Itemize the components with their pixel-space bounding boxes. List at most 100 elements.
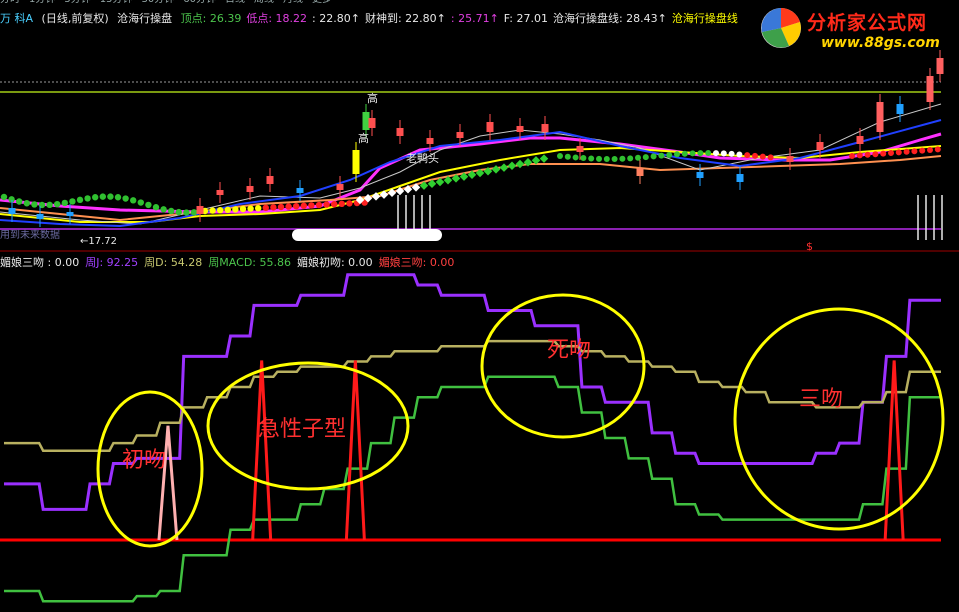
- signal-dot-end-7: [903, 148, 910, 155]
- period-tab-2[interactable]: 5分钟: [64, 0, 90, 5]
- candle-body-24: [856, 136, 864, 144]
- signal-dot-late-17: [689, 150, 696, 157]
- signal-dot-late-19: [705, 150, 712, 157]
- period-tab-1[interactable]: 1分钟: [29, 0, 55, 5]
- signal-dot-end-3: [872, 151, 879, 158]
- period-tab-9[interactable]: 更多: [312, 0, 332, 5]
- signal-dot-warm-16: [323, 201, 330, 208]
- signal-dot-green-4: [31, 201, 38, 208]
- site-logo: 分析家公式网 www.88gs.com: [755, 2, 955, 58]
- duck-head-label: 老鸭头: [406, 152, 439, 165]
- candle-body-6: [266, 176, 274, 184]
- candle-body-19: [636, 168, 644, 176]
- period-tab-3[interactable]: 15分钟: [100, 0, 133, 5]
- ma-white-line: [0, 103, 942, 225]
- legend-item-7: 沧海行操盘线: [671, 12, 738, 25]
- lower-legend-item-0: 媚娘三吻 : 0.00: [0, 256, 80, 269]
- signal-dot-end-8: [911, 148, 918, 155]
- signal-dot-late-7: [611, 155, 618, 162]
- period-tab-0[interactable]: 分时: [0, 0, 20, 5]
- signal-dot-green-6: [46, 201, 53, 209]
- chart-canvas: 高高老鸭头用到未来数据←17.72 $ 初吻急性子型死吻三吻: [0, 50, 959, 603]
- signal-dot-green-21: [160, 206, 167, 213]
- period-tab-7[interactable]: 周线: [254, 0, 274, 5]
- candle-body-5: [246, 186, 254, 192]
- indicator-panel[interactable]: [0, 273, 941, 603]
- signal-dot-late-13: [658, 152, 665, 159]
- period-tabs[interactable]: 分时 1分钟 5分钟 15分钟 30分钟 60分钟 日线 周线 月线 更多: [0, 0, 341, 6]
- candle-body-16: [516, 126, 524, 132]
- candle-body-18: [576, 146, 584, 152]
- signal-dot-end-4: [880, 150, 887, 157]
- signal-dot-warm-10: [277, 203, 285, 211]
- period-tab-8[interactable]: 月线: [283, 0, 303, 5]
- signal-dot-end-2: [864, 151, 871, 158]
- signal-dot-warm-17: [331, 201, 338, 208]
- candle-body-27: [926, 76, 934, 102]
- signal-dot-late-2: [572, 154, 579, 161]
- signal-dot-green-0: [0, 193, 8, 201]
- signal-dot-warm-2: [217, 207, 224, 214]
- signal-dot-warm-19: [346, 200, 353, 207]
- signal-dot-late-6: [603, 155, 610, 162]
- signal-dot-green-2: [16, 198, 23, 205]
- callout-ellipses: [96, 293, 945, 548]
- candle-body-1: [36, 214, 44, 219]
- signal-dot-late-27: [767, 154, 774, 161]
- lower-legend-item-4: 媚娘初吻: 0.00: [296, 256, 373, 269]
- signal-dot-green-8: [61, 199, 68, 207]
- signal-dot-green-14: [107, 193, 114, 200]
- period-label: (日线,前复权): [41, 12, 109, 25]
- logo-url[interactable]: www.88gs.com: [821, 35, 940, 51]
- lower-indicator-legend: 媚娘三吻 : 0.00 周J: 92.25 周D: 54.28 周MACD: 55.8…: [0, 254, 460, 272]
- candle-body-8: [336, 184, 344, 190]
- signal-dot-late-26: [759, 153, 766, 160]
- signal-diamond-19: [507, 161, 517, 171]
- signal-dot-green-19: [145, 201, 152, 209]
- signal-dot-late-23: [736, 151, 743, 158]
- signal-dot-late-20: [713, 150, 719, 157]
- callout-ellipse-2: [480, 293, 646, 439]
- legend-item-3: 财神到: 22.80↑: [364, 12, 446, 25]
- high-label-1: 高: [367, 91, 378, 105]
- signal-spike-3-11: [251, 360, 273, 541]
- period-tab-4[interactable]: 30分钟: [141, 0, 174, 5]
- lower-legend-item-1: 周J: 92.25: [85, 256, 139, 269]
- low-price-label: ←17.72: [80, 236, 117, 247]
- signal-dot-late-18: [697, 150, 704, 157]
- price-panel[interactable]: 高高老鸭头用到未来数据←17.72 $: [0, 50, 944, 253]
- candle-body-26: [896, 104, 904, 114]
- legend-item-2: : 22.80↑: [312, 12, 360, 25]
- signal-dot-warm-12: [293, 203, 300, 210]
- candle-body-4: [216, 190, 224, 195]
- lower-legend-item-2: 周D: 54.28: [144, 256, 203, 269]
- signal-dot-green-25: [190, 209, 198, 216]
- signal-dot-warm-18: [338, 200, 345, 207]
- signal-dot-green-9: [69, 198, 76, 205]
- candle-body-22: [786, 156, 794, 162]
- candle-body-15: [486, 122, 494, 132]
- signal-dot-end-5: [888, 150, 894, 156]
- signal-spike-3-15: [344, 360, 366, 541]
- callout-label-0: 初吻: [122, 448, 166, 473]
- signal-dot-end-10: [927, 147, 933, 153]
- period-tab-6[interactable]: 日线: [225, 0, 245, 5]
- signal-dot-warm-4: [232, 206, 239, 213]
- candle-body-13: [426, 138, 434, 144]
- period-tab-5[interactable]: 60分钟: [183, 0, 216, 5]
- signal-dot-green-13: [99, 193, 107, 200]
- stock-name[interactable]: 万 科A: [0, 12, 33, 25]
- signal-dot-green-10: [76, 196, 84, 204]
- signal-dot-green-22: [168, 207, 175, 215]
- indicator-name: 沧海行操盘: [117, 12, 173, 25]
- signal-dot-late-3: [580, 155, 587, 162]
- signal-dot-warm-15: [315, 201, 323, 209]
- signal-dot-late-22: [728, 150, 735, 157]
- signal-dot-late-9: [627, 155, 634, 162]
- signal-dot-green-23: [175, 208, 182, 216]
- signal-dot-end-9: [919, 147, 926, 154]
- signal-dot-green-17: [130, 197, 137, 204]
- future-data-note: 用到未来数据: [0, 228, 60, 241]
- signal-dot-warm-13: [300, 202, 307, 209]
- callout-label-1: 急性子型: [258, 417, 346, 442]
